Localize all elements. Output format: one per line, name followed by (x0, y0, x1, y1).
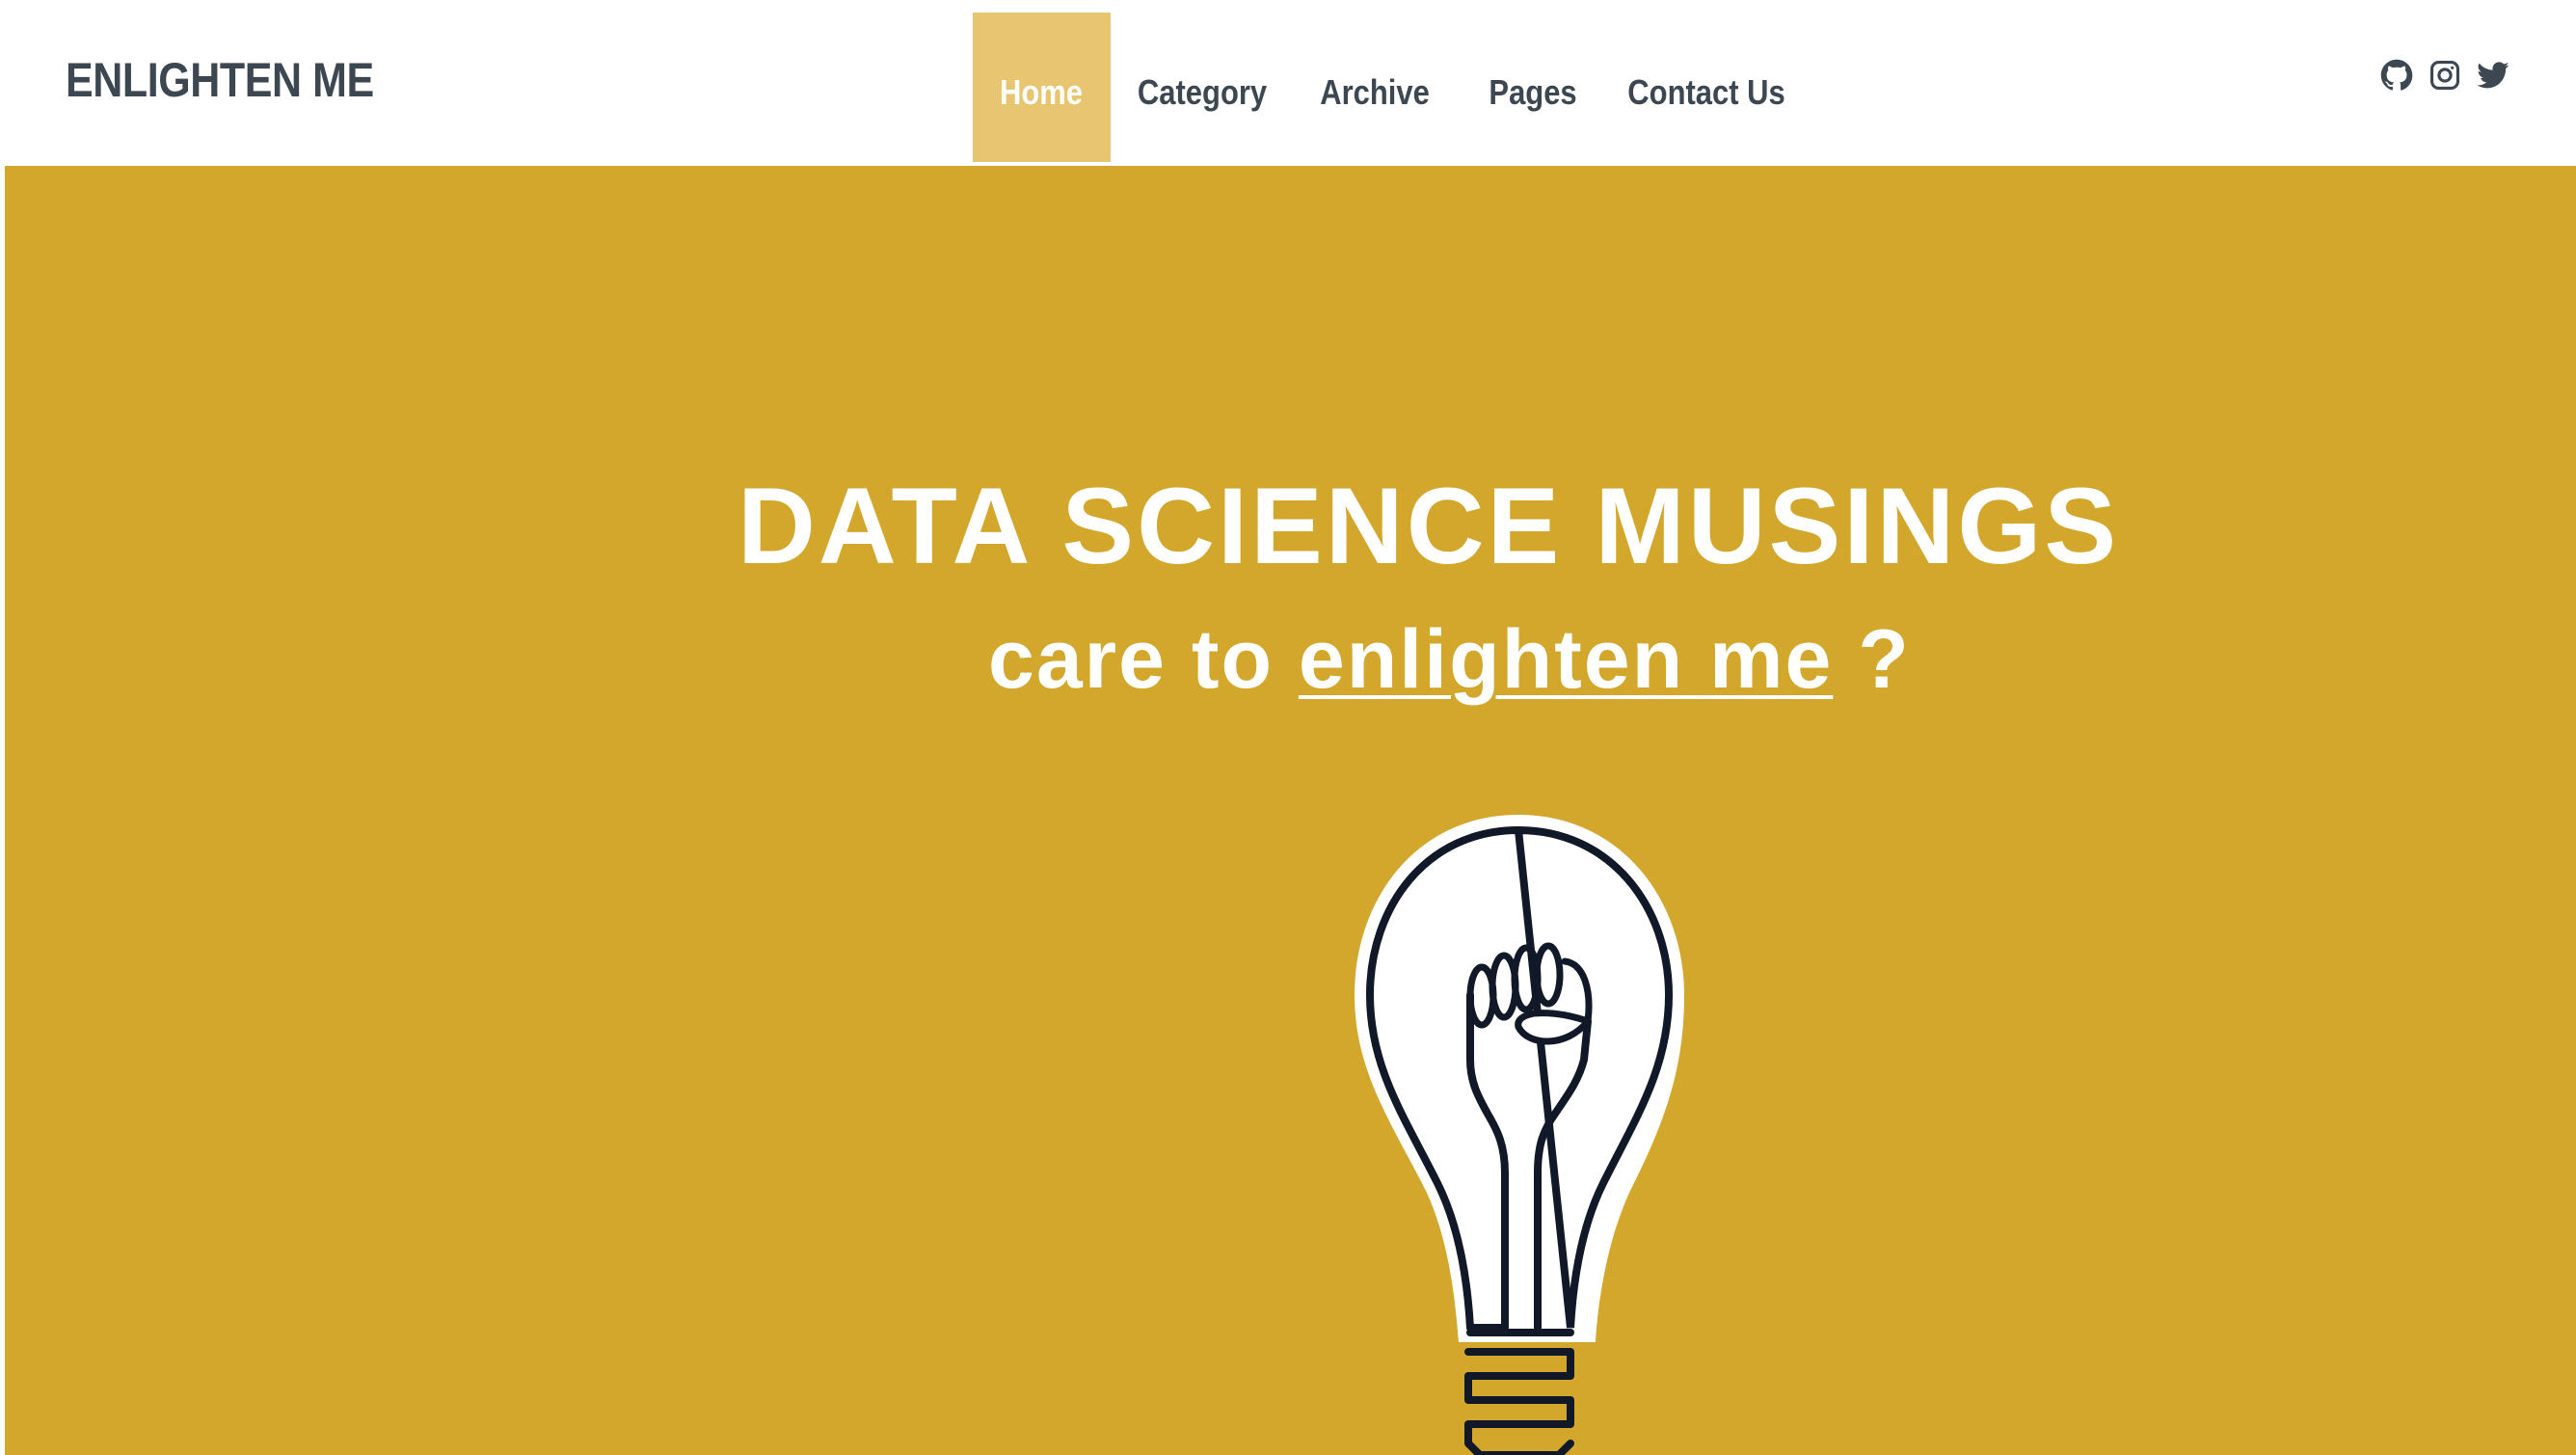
nav-item-label: Pages (1489, 71, 1577, 112)
lightbulb-icon (1355, 815, 1684, 1455)
main-nav: Home Category Archive Pages Contact Us (973, 13, 1803, 162)
hero-subtitle: care to enlighten me ? (988, 611, 1911, 708)
hero-banner: DATA SCIENCE MUSINGS care to enlighten m… (5, 166, 2576, 1455)
twitter-icon[interactable] (2476, 58, 2510, 93)
site-header: ENLIGHTEN ME Home Category Archive Pages… (0, 0, 2576, 166)
hero-title: DATA SCIENCE MUSINGS (738, 466, 2120, 586)
nav-item-label: Category (1137, 71, 1268, 112)
nav-item-home[interactable]: Home (973, 13, 1111, 162)
hero-subtitle-suffix: ? (1833, 613, 1911, 706)
instagram-icon[interactable] (2428, 58, 2462, 93)
site-logo-text[interactable]: ENLIGHTEN ME (66, 48, 374, 112)
hero-subtitle-link[interactable]: enlighten me (1299, 613, 1833, 706)
nav-item-label: Home (1000, 71, 1084, 112)
github-icon[interactable] (2379, 58, 2414, 93)
nav-item-contact-us[interactable]: Contact Us (1610, 13, 1803, 162)
hero-subtitle-prefix: care to (988, 613, 1299, 706)
nav-item-pages[interactable]: Pages (1456, 13, 1610, 162)
nav-item-label: Contact Us (1627, 71, 1785, 112)
nav-item-category[interactable]: Category (1111, 13, 1294, 162)
nav-item-label: Archive (1320, 71, 1430, 112)
social-links (2379, 58, 2510, 93)
nav-item-archive[interactable]: Archive (1294, 13, 1456, 162)
